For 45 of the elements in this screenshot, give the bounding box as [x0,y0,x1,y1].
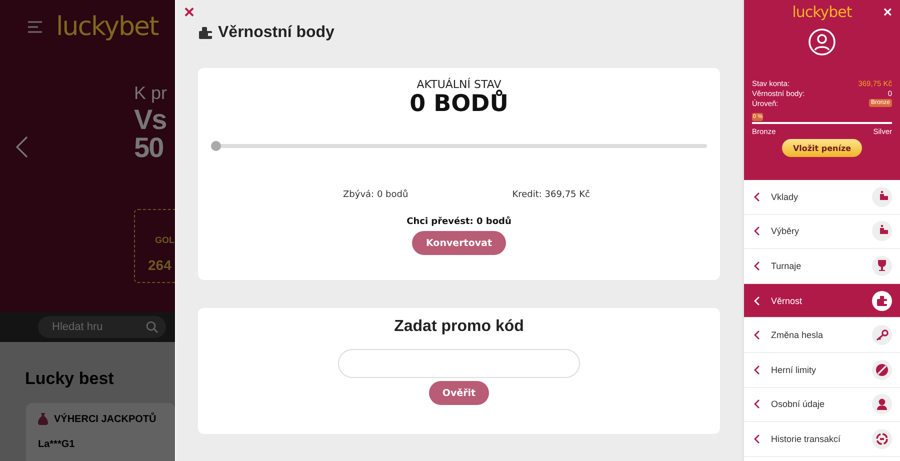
chevron-left-icon [754,330,760,340]
deposit-button[interactable]: Vložit peníze [782,139,862,157]
jackpot-text: GOL [155,235,174,245]
close-button[interactable]: × [184,4,195,20]
money-bag-icon [38,413,48,425]
key-icon [875,328,889,342]
card-heading: AKTUÁLNÍ STAV [416,78,502,91]
chevron-left-icon [754,192,760,202]
user-avatar-icon [808,28,836,56]
promo-code-field[interactable] [338,349,580,378]
credit-text: Kredit: 369,75 Kč [512,190,590,200]
logo[interactable]: luckybet [56,12,158,42]
chevron-left-icon [754,260,760,271]
winner-name: La***G1 [38,439,76,450]
chevron-left-icon [754,364,760,375]
banner-text: Vs [134,106,168,134]
refresh-icon [875,432,889,446]
modal-title: Věrnostní body [218,24,334,42]
chevron-left-icon [16,136,28,158]
remaining-text: Zbývá: 0 bodů [343,190,408,200]
convert-label: Chci převést: 0 bodů [406,217,512,227]
logo[interactable]: luckybet [792,3,852,23]
points-total: 0 BODŮ [410,91,508,117]
close-button[interactable]: × [883,3,892,23]
menu-icon [28,20,42,34]
chevron-left-icon [754,296,760,306]
verify-button[interactable]: Ověřit [429,381,489,405]
trophy-icon [875,258,889,273]
convert-button[interactable]: Konvertovat [412,231,506,255]
card-title: VÝHERCI JACKPOTŮ [54,414,156,424]
banner-text: K pr [134,84,168,102]
card-heading: Zadat promo kód [394,318,524,336]
person-icon [875,397,889,412]
search-icon [146,321,158,333]
banner-text: 50 [134,134,164,162]
menu-item[interactable]: Výběry [744,214,900,250]
menu-item[interactable]: Věrnost [744,284,900,318]
jackpot-text: 264 [148,257,172,273]
chevron-left-icon [754,434,760,444]
progress-slider[interactable] [211,141,707,151]
forbidden-icon [875,362,889,377]
chevron-left-icon [754,226,760,236]
section-title: Lucky best [24,368,115,389]
menu-item[interactable]: Osobní údaje [744,388,900,422]
chevron-left-icon [754,399,760,410]
